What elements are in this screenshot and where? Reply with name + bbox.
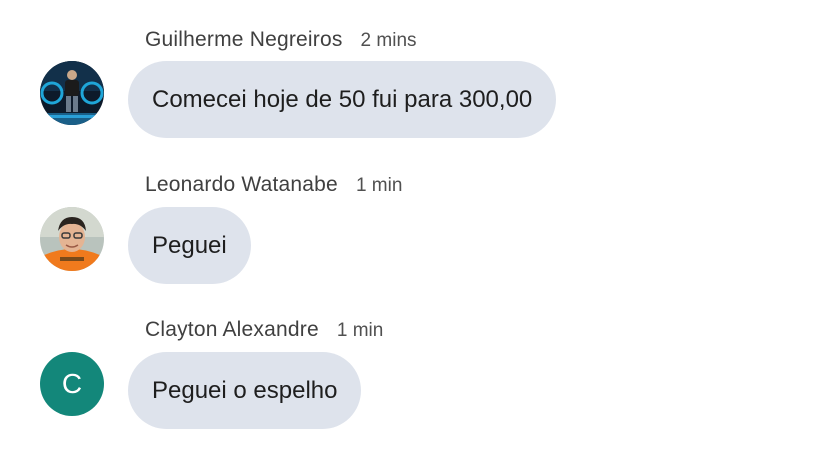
comment-meta: Clayton Alexandre 1 min — [145, 316, 383, 344]
avatar-letter[interactable]: C — [40, 352, 104, 416]
comment-meta: Guilherme Negreiros 2 mins — [145, 26, 417, 54]
avatar-photo-icon — [40, 61, 104, 125]
comment-bubble[interactable]: Peguei — [128, 207, 251, 284]
avatar-photo-icon — [40, 207, 104, 271]
comment-time[interactable]: 2 mins — [361, 30, 417, 51]
avatar-initial: C — [61, 368, 83, 399]
comment-time[interactable]: 1 min — [356, 175, 402, 196]
avatar[interactable] — [40, 61, 104, 125]
comment-author[interactable]: Guilherme Negreiros — [145, 28, 343, 51]
comment-author[interactable]: Leonardo Watanabe — [145, 173, 338, 196]
comment-text: Peguei o espelho — [152, 377, 338, 404]
comment-text: Peguei — [152, 232, 227, 259]
comment-author[interactable]: Clayton Alexandre — [145, 318, 319, 341]
comment-time[interactable]: 1 min — [337, 320, 383, 341]
comment-meta: Leonardo Watanabe 1 min — [145, 171, 402, 199]
avatar[interactable] — [40, 207, 104, 271]
comment-bubble[interactable]: Comecei hoje de 50 fui para 300,00 — [128, 61, 557, 138]
comment-text: Comecei hoje de 50 fui para 300,00 — [152, 86, 533, 113]
comment-bubble[interactable]: Peguei o espelho — [128, 352, 362, 429]
